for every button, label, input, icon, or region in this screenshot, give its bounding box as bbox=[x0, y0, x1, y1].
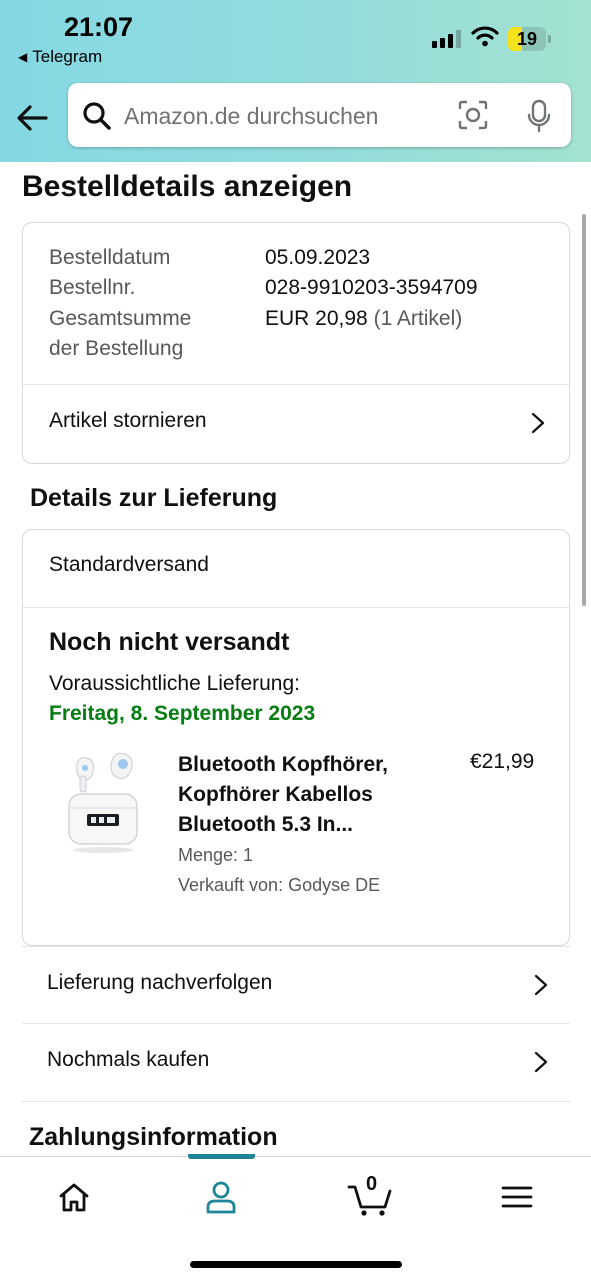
product-title-line2: Kopfhörer Kabellos bbox=[178, 783, 373, 806]
order-total-value: EUR 20,98 (1 Artikel) bbox=[265, 307, 462, 331]
microphone-icon[interactable] bbox=[526, 99, 552, 133]
cellular-signal-icon bbox=[432, 30, 461, 48]
chevron-right-icon bbox=[534, 1051, 548, 1073]
search-input[interactable]: Amazon.de durchsuchen bbox=[124, 103, 378, 130]
app-header: 21:07 ◀ Telegram 19 Amazon.de durchsuche… bbox=[0, 0, 591, 162]
shipment-status: Noch nicht versandt bbox=[49, 628, 290, 656]
camera-search-icon[interactable] bbox=[458, 100, 488, 130]
order-total-label-line1: Gesamtsumme bbox=[49, 307, 192, 330]
active-tab-indicator bbox=[188, 1154, 255, 1159]
menu-icon[interactable] bbox=[495, 1177, 539, 1217]
order-summary-card: Bestelldatum 05.09.2023 Bestellnr. 028-9… bbox=[22, 222, 570, 464]
track-delivery-label: Lieferung nachverfolgen bbox=[47, 971, 273, 994]
order-number-label: Bestellnr. bbox=[49, 276, 136, 299]
back-app-label: Telegram bbox=[32, 47, 103, 66]
buy-again-row[interactable]: Nochmals kaufen bbox=[22, 1023, 570, 1100]
order-date-label: Bestelldatum bbox=[49, 246, 171, 269]
home-icon[interactable] bbox=[52, 1177, 96, 1217]
product-title[interactable]: Bluetooth Kopfhörer, Kopfhörer Kabellos … bbox=[178, 750, 428, 840]
product-title-line1: Bluetooth Kopfhörer, bbox=[178, 753, 388, 776]
battery-icon: 19 bbox=[508, 27, 551, 51]
back-triangle-icon: ◀ bbox=[18, 50, 28, 64]
payment-section-title: Zahlungsinformation bbox=[29, 1123, 278, 1151]
delivery-section-title: Details zur Lieferung bbox=[30, 484, 278, 512]
divider bbox=[23, 607, 569, 608]
product-title-line3: Bluetooth 5.3 In... bbox=[178, 813, 354, 836]
estimated-delivery-label: Voraussichtliche Lieferung: bbox=[49, 672, 300, 695]
wifi-icon bbox=[471, 26, 499, 47]
search-icon bbox=[83, 102, 111, 130]
buy-again-label: Nochmals kaufen bbox=[47, 1048, 210, 1071]
divider bbox=[22, 1101, 570, 1102]
home-indicator[interactable] bbox=[190, 1261, 402, 1268]
scrollbar[interactable] bbox=[582, 214, 586, 606]
order-number-value: 028-9910203-3594709 bbox=[265, 276, 478, 299]
product-seller: Verkauft von: Godyse DE bbox=[178, 875, 381, 895]
back-to-telegram[interactable]: ◀ Telegram bbox=[18, 47, 102, 67]
chevron-right-icon bbox=[534, 974, 548, 996]
order-total-items: (1 Artikel) bbox=[373, 307, 463, 330]
track-delivery-row[interactable]: Lieferung nachverfolgen bbox=[22, 946, 570, 1023]
back-arrow-icon[interactable] bbox=[14, 98, 54, 138]
product-quantity: Menge: 1 bbox=[178, 845, 254, 865]
page-title: Bestelldetails anzeigen bbox=[22, 170, 353, 203]
battery-level: 19 bbox=[516, 29, 538, 49]
shipping-method: Standardversand bbox=[49, 553, 209, 576]
search-bar[interactable]: Amazon.de durchsuchen bbox=[68, 83, 571, 147]
delivery-card: Standardversand Noch nicht versandt Vora… bbox=[22, 529, 570, 946]
status-time: 21:07 bbox=[64, 12, 134, 42]
account-icon[interactable] bbox=[199, 1177, 243, 1217]
estimated-delivery-date: Freitag, 8. September 2023 bbox=[49, 702, 316, 725]
product-image[interactable] bbox=[63, 742, 143, 858]
cancel-items-label: Artikel stornieren bbox=[49, 409, 207, 432]
chevron-right-icon bbox=[531, 412, 545, 434]
order-date-value: 05.09.2023 bbox=[265, 246, 371, 269]
cancel-items-row[interactable]: Artikel stornieren bbox=[23, 385, 569, 462]
cart-count-badge: 0 bbox=[366, 1173, 378, 1195]
product-price: €21,99 bbox=[470, 750, 535, 773]
bottom-tab-bar: 0 bbox=[0, 1154, 591, 1281]
order-total-amount: EUR 20,98 bbox=[265, 307, 368, 330]
order-total-label-line2: der Bestellung bbox=[49, 337, 184, 360]
